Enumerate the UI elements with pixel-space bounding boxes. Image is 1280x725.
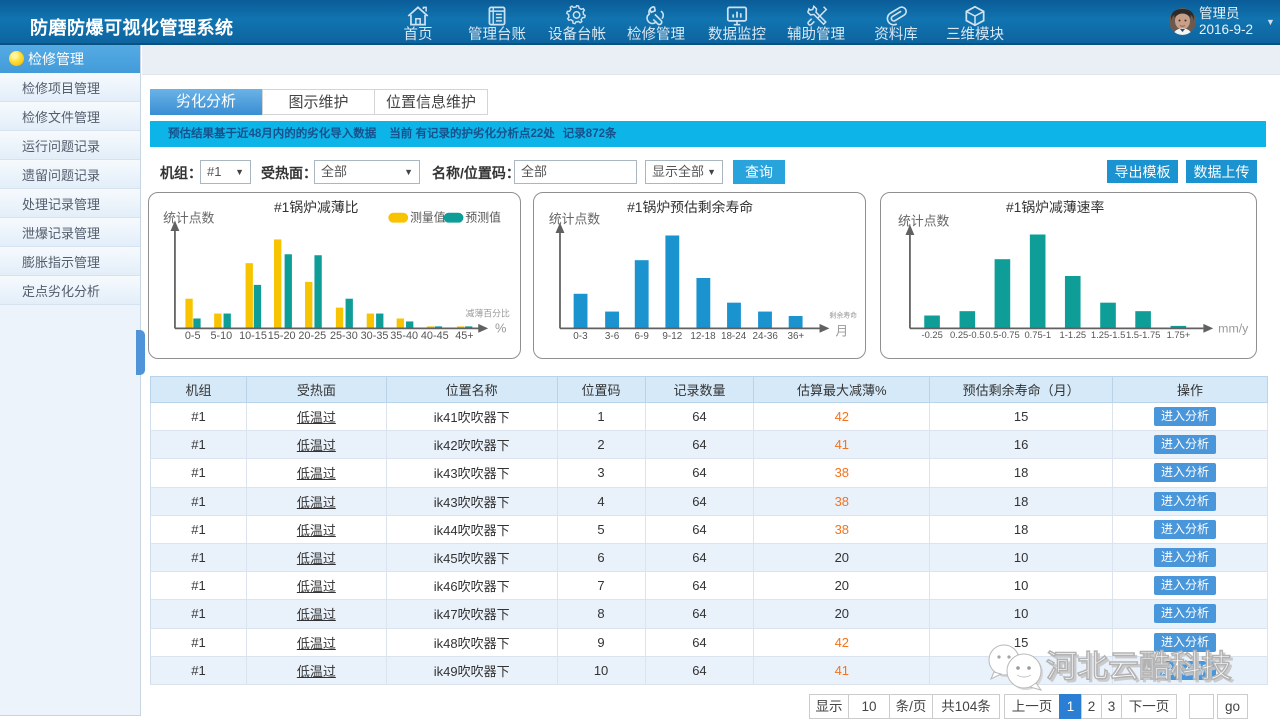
svg-text:预测值: 预测值 — [465, 211, 501, 225]
svg-text:减薄百分比: 减薄百分比 — [465, 308, 509, 319]
svg-text:#1锅炉预估剩余寿命: #1锅炉预估剩余寿命 — [627, 199, 753, 215]
svg-text:统计点数: 统计点数 — [549, 212, 600, 227]
svg-text:月: 月 — [835, 323, 848, 338]
svg-text:36+: 36+ — [787, 331, 804, 342]
svg-text:1-1.25: 1-1.25 — [1060, 330, 1087, 340]
svg-text:18-24: 18-24 — [721, 331, 747, 342]
svg-text:mm/y: mm/y — [1218, 321, 1249, 335]
svg-text:12-18: 12-18 — [690, 331, 716, 342]
svg-text:1.75+: 1.75+ — [1167, 330, 1191, 340]
svg-text:0.25-0.5: 0.25-0.5 — [950, 330, 984, 340]
svg-text:9-12: 9-12 — [662, 331, 682, 342]
svg-text:10-15: 10-15 — [239, 330, 267, 342]
svg-text:1.25-1.5: 1.25-1.5 — [1091, 330, 1125, 340]
svg-text:25-30: 25-30 — [330, 330, 358, 342]
svg-text:#1锅炉减薄比: #1锅炉减薄比 — [274, 199, 359, 215]
svg-text:3-6: 3-6 — [605, 331, 620, 342]
svg-text:-0.25: -0.25 — [921, 330, 942, 340]
svg-text:5-10: 5-10 — [210, 330, 232, 342]
svg-text:剩余寿命: 剩余寿命 — [829, 310, 857, 319]
svg-text:0-3: 0-3 — [573, 331, 588, 342]
svg-text:40-45: 40-45 — [421, 330, 449, 342]
svg-text:测量值: 测量值 — [410, 211, 446, 225]
svg-text:0.75-1: 0.75-1 — [1024, 330, 1051, 340]
svg-text:30-35: 30-35 — [361, 330, 389, 342]
svg-text:0-5: 0-5 — [185, 330, 201, 342]
svg-text:24-36: 24-36 — [753, 331, 779, 342]
svg-text:#1锅炉减薄速率: #1锅炉减薄速率 — [1006, 199, 1105, 215]
svg-text:6-9: 6-9 — [635, 331, 650, 342]
svg-text:35-40: 35-40 — [390, 330, 418, 342]
svg-text:统计点数: 统计点数 — [898, 214, 949, 229]
svg-text:45+: 45+ — [455, 330, 473, 342]
svg-text:0.5-0.75: 0.5-0.75 — [985, 330, 1019, 340]
svg-text:20-25: 20-25 — [298, 330, 326, 342]
svg-text:1.5-1.75: 1.5-1.75 — [1126, 330, 1160, 340]
svg-text:%: % — [495, 320, 506, 335]
svg-text:15-20: 15-20 — [268, 330, 296, 342]
svg-text:统计点数: 统计点数 — [163, 211, 214, 226]
